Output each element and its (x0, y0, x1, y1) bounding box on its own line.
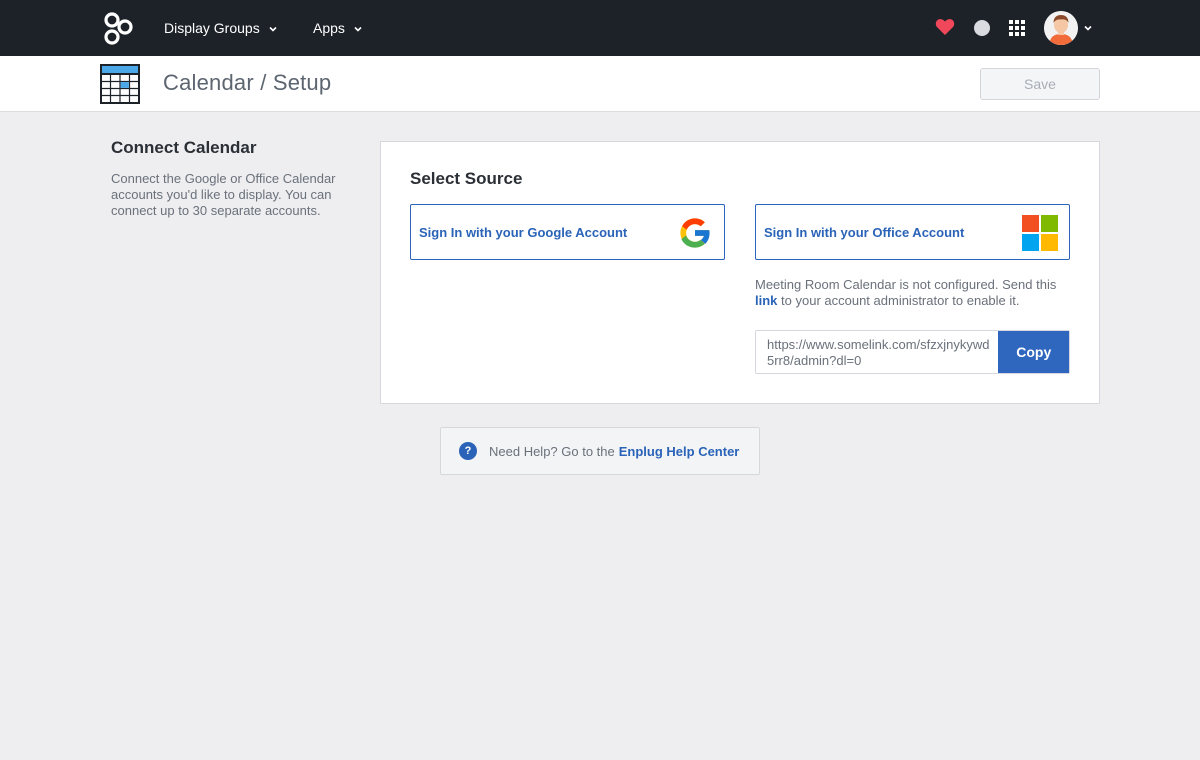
calendar-not-configured-notice: Meeting Room Calendar is not configured.… (755, 277, 1075, 309)
help-text: Need Help? Go to the (489, 443, 615, 459)
top-navbar: Display Groups Apps (0, 0, 1200, 56)
select-source-card: Select Source Sign In with your Google A… (380, 141, 1100, 404)
nav-display-groups[interactable]: Display Groups (164, 0, 278, 56)
google-logo-icon (680, 218, 711, 248)
status-dot-icon[interactable] (974, 20, 990, 36)
question-icon: ? (459, 442, 477, 460)
nav-apps-label: Apps (313, 20, 345, 36)
google-signin-label: Sign In with your Google Account (419, 224, 628, 240)
copy-button[interactable]: Copy (998, 331, 1069, 373)
notice-text-after: to your account administrator to enable … (781, 293, 1020, 308)
calendar-icon (100, 64, 140, 104)
nav-display-groups-label: Display Groups (164, 20, 260, 36)
nav-apps[interactable]: Apps (313, 0, 363, 56)
save-button[interactable]: Save (980, 68, 1100, 100)
office-signin-button[interactable]: Sign In with your Office Account (755, 204, 1070, 260)
chevron-down-icon (269, 26, 277, 32)
help-center-link[interactable]: Enplug Help Center (619, 444, 740, 459)
chevron-down-icon (354, 26, 362, 32)
select-source-title: Select Source (410, 169, 523, 188)
page-header: Calendar / Setup Save (0, 56, 1200, 112)
heart-icon[interactable] (935, 18, 955, 36)
admin-link[interactable]: link (755, 293, 777, 308)
page-title: Calendar / Setup (163, 70, 332, 95)
help-banner: ? Need Help? Go to the Enplug Help Cente… (440, 427, 760, 475)
office-signin-label: Sign In with your Office Account (764, 224, 965, 240)
share-link-value[interactable]: https://www.somelink.com/sfzxjnykywd5rr8… (756, 331, 998, 373)
share-link-field: https://www.somelink.com/sfzxjnykywd5rr8… (755, 330, 1070, 374)
avatar[interactable] (1044, 11, 1078, 45)
connect-calendar-title: Connect Calendar (111, 138, 257, 157)
chevron-down-icon[interactable] (1083, 23, 1093, 33)
notice-text-before: Meeting Room Calendar is not configured.… (755, 277, 1057, 292)
microsoft-logo-icon (1022, 215, 1058, 251)
apps-grid-icon[interactable] (1009, 20, 1025, 36)
logo-icon[interactable] (103, 11, 137, 45)
google-signin-button[interactable]: Sign In with your Google Account (410, 204, 725, 260)
connect-calendar-description: Connect the Google or Office Calendar ac… (111, 171, 336, 218)
user-avatar-icon (1044, 11, 1078, 45)
